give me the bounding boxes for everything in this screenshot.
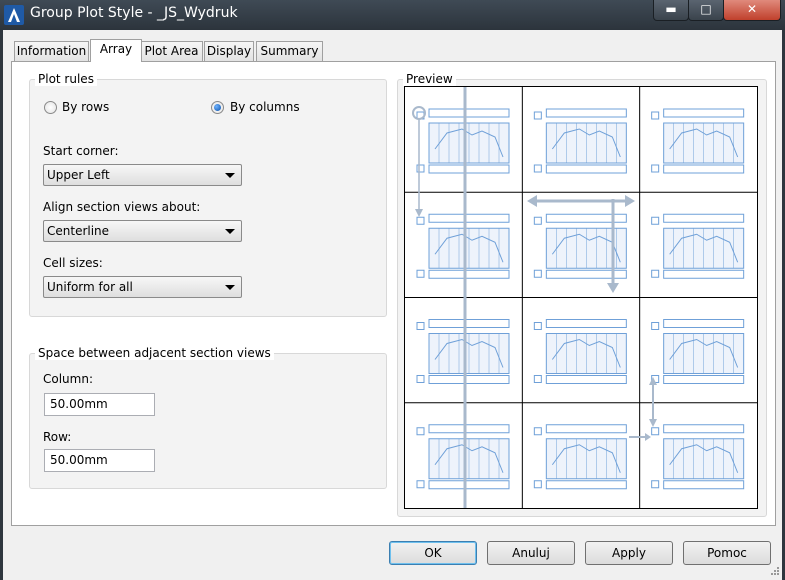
- by-rows-radio[interactable]: [44, 101, 57, 114]
- column-label: Column:: [43, 372, 93, 386]
- thumbnail-marker: [533, 164, 542, 173]
- thumbnail-marker: [651, 427, 660, 436]
- thumbnail-footer: [663, 269, 745, 279]
- close-icon: ✕: [746, 2, 758, 16]
- row-spacing-input[interactable]: 50.00mm: [44, 449, 155, 472]
- thumbnail-footer: [428, 164, 510, 174]
- thumbnail-header: [428, 319, 510, 328]
- arrow-head-icon: [649, 419, 657, 427]
- arrow-head-icon: [625, 195, 635, 207]
- thumbnail-marker: [533, 480, 542, 489]
- thumbnail-footer: [545, 480, 627, 490]
- column-spacing-input[interactable]: 50.00mm: [44, 393, 155, 416]
- thumbnail-marker: [416, 375, 425, 383]
- autocad-a-icon: [4, 5, 24, 25]
- thumbnail-marker: [416, 269, 425, 278]
- by-columns-radio[interactable]: [211, 101, 224, 114]
- thumbnail-marker: [651, 269, 660, 278]
- thumbnail-header: [663, 213, 745, 223]
- start-corner-dropdown[interactable]: Upper Left: [43, 164, 242, 186]
- tab-array[interactable]: Array: [90, 39, 142, 62]
- thumbnail-header: [545, 319, 627, 328]
- chevron-down-icon: [225, 173, 235, 178]
- align-value: Centerline: [47, 224, 110, 238]
- ok-button[interactable]: OK: [389, 541, 477, 565]
- start-corner-icon: [412, 106, 426, 120]
- thumbnail-marker: [416, 322, 425, 330]
- help-button[interactable]: Pomoc: [683, 541, 771, 565]
- thumbnail-marker: [416, 164, 425, 173]
- preview-area: [404, 86, 758, 509]
- thumbnail-marker: [533, 427, 542, 436]
- cell-sizes-value: Uniform for all: [47, 280, 133, 294]
- thumbnail-footer: [545, 375, 627, 384]
- thumbnail-header: [663, 319, 745, 328]
- cancel-button[interactable]: Anuluj: [487, 541, 575, 565]
- close-button[interactable]: ✕: [723, 0, 781, 21]
- tab-plot-area[interactable]: Plot Area: [140, 41, 203, 61]
- arrow-head-icon: [649, 377, 657, 385]
- thumbnail-marker: [533, 375, 542, 383]
- by-columns-label[interactable]: By columns: [230, 100, 300, 114]
- cell-sizes-dropdown[interactable]: Uniform for all: [43, 276, 242, 298]
- cell-sizes-label: Cell sizes:: [43, 256, 103, 270]
- preview-title: Preview: [403, 72, 456, 86]
- thumbnail-header: [663, 424, 745, 434]
- align-label: Align section views about:: [43, 200, 201, 214]
- start-corner-label: Start corner:: [43, 144, 119, 158]
- thumbnail-marker: [651, 111, 660, 120]
- thumbnail-footer: [428, 269, 510, 279]
- thumbnail-footer: [428, 480, 510, 490]
- apply-button[interactable]: Apply: [585, 541, 673, 565]
- maximize-icon: □: [700, 2, 712, 16]
- thumbnail-header: [428, 108, 510, 118]
- thumbnail-footer: [545, 164, 627, 174]
- thumbnail-footer: [663, 164, 745, 174]
- maximize-button[interactable]: □: [688, 0, 724, 21]
- tab-summary[interactable]: Summary: [256, 41, 323, 61]
- chevron-down-icon: [225, 285, 235, 290]
- thumbnail-header: [428, 424, 510, 434]
- thumbnail-header: [545, 108, 627, 118]
- thumbnail-header: [663, 108, 745, 118]
- start-corner-value: Upper Left: [47, 168, 110, 182]
- thumbnail-marker: [533, 269, 542, 278]
- thumbnail-footer: [663, 375, 745, 384]
- thumbnail-marker: [416, 427, 425, 436]
- thumbnail-marker: [651, 480, 660, 489]
- minimize-icon: ▬: [665, 2, 677, 16]
- arrow-head-icon: [415, 209, 423, 217]
- minimize-button[interactable]: ▬: [653, 0, 689, 21]
- by-rows-label[interactable]: By rows: [62, 100, 109, 114]
- thumbnail-footer: [663, 480, 745, 490]
- thumbnail-marker: [651, 216, 660, 225]
- thumbnail-header: [545, 424, 627, 434]
- resize-grip-icon[interactable]: [770, 566, 780, 576]
- plot-rules-title: Plot rules: [35, 72, 97, 86]
- thumbnail-marker: [533, 111, 542, 120]
- thumbnail-marker: [416, 480, 425, 489]
- spacing-title: Space between adjacent section views: [35, 346, 274, 360]
- arrow-head-icon: [527, 195, 537, 207]
- arrow-head-icon: [645, 433, 651, 441]
- chevron-down-icon: [225, 229, 235, 234]
- tab-information[interactable]: Information: [14, 41, 89, 61]
- arrow-head-icon: [607, 283, 619, 293]
- tab-display[interactable]: Display: [204, 41, 254, 61]
- thumbnail-marker: [416, 216, 425, 225]
- thumbnail-marker: [651, 164, 660, 173]
- preview-diagram: [405, 87, 757, 508]
- thumbnail-marker: [533, 322, 542, 330]
- thumbnail-header: [428, 213, 510, 223]
- thumbnail-marker: [533, 216, 542, 225]
- thumbnail-marker: [651, 322, 660, 330]
- window-title: Group Plot Style - _JS_Wydruk: [30, 5, 238, 21]
- align-dropdown[interactable]: Centerline: [43, 220, 242, 242]
- row-label: Row:: [43, 430, 72, 444]
- thumbnail-footer: [428, 375, 510, 384]
